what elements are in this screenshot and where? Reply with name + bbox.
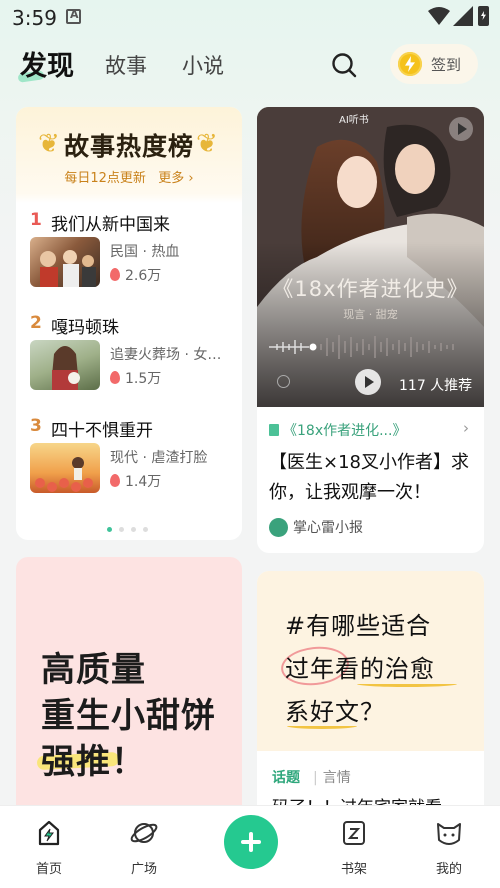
- rank-heat: 1.4万: [110, 471, 161, 491]
- cover-genre: 现言 · 甜宠: [343, 308, 398, 321]
- tab-square[interactable]: 广场: [114, 818, 174, 877]
- story-ranking-card[interactable]: ❦ 故事热度榜 ❦ 每日12点更新 更多 › 1 我们从新中国来 民国 · 热血…: [16, 107, 242, 540]
- checkin-button[interactable]: 签到: [390, 44, 478, 84]
- rank-number: 3: [30, 416, 42, 436]
- top-nav: 发现 故事 小说 签到: [0, 40, 500, 90]
- tab-bookshelf[interactable]: 书架: [324, 818, 384, 877]
- topic-category[interactable]: 言情: [313, 767, 351, 787]
- ranking-item[interactable]: 3 四十不惧重开 现代 · 虐渣打脸 1.4万: [30, 416, 235, 508]
- story-thumbnail: [30, 443, 100, 493]
- topic-title: #有哪些适合 过年看的治愈 系好文？: [285, 605, 435, 734]
- author-row[interactable]: 掌心雷小报: [269, 517, 363, 537]
- ranking-subtitle: 每日12点更新 更多 ›: [16, 167, 242, 186]
- topic-tag[interactable]: 话题: [272, 767, 300, 787]
- page-dot[interactable]: [131, 527, 136, 532]
- fire-icon: [110, 474, 120, 487]
- create-post-button[interactable]: [224, 815, 278, 869]
- tab-label: 首页: [35, 862, 62, 877]
- home-bolt-icon: [38, 820, 60, 846]
- cover-illustration: [257, 107, 484, 407]
- lightning-coin-icon: [398, 52, 422, 76]
- audio-book-card[interactable]: AI听书 《18x作者进化史》 现言 · 甜宠 117 人推荐 《18x作者进化…: [257, 107, 484, 553]
- fire-icon: [110, 268, 120, 281]
- ranking-update-text: 每日12点更新: [64, 171, 146, 186]
- audio-book-cover[interactable]: AI听书 《18x作者进化史》 现言 · 甜宠 117 人推荐: [257, 107, 484, 407]
- page-dot[interactable]: [107, 527, 112, 532]
- search-icon[interactable]: [331, 52, 357, 78]
- battery-icon: [478, 6, 489, 26]
- tab-novels[interactable]: 小说: [182, 50, 224, 80]
- promo-card[interactable]: 高质量 重生小甜饼 强推！: [16, 557, 242, 817]
- rank-story-name: 我们从新中国来: [51, 215, 170, 235]
- loop-icon[interactable]: [277, 375, 290, 388]
- app-notification-icon: [66, 8, 81, 24]
- rank-number: 2: [30, 313, 42, 333]
- tab-profile[interactable]: 我的: [419, 818, 479, 877]
- page-dot[interactable]: [143, 527, 148, 532]
- play-icon[interactable]: [449, 117, 473, 141]
- ranking-header: ❦ 故事热度榜 ❦ 每日12点更新 更多 ›: [16, 107, 242, 203]
- ai-listen-badge: AI听书: [339, 115, 369, 126]
- post-description: 【医生×18叉小作者】求你，让我观摩一次！: [269, 452, 469, 503]
- rank-number: 1: [30, 210, 42, 230]
- avatar: [269, 518, 288, 537]
- book-source-link[interactable]: 《18x作者进化...》: [269, 420, 406, 440]
- fire-icon: [110, 371, 120, 384]
- cover-book-title: 《18x作者进化史》: [272, 277, 469, 301]
- laurel-right-icon: ❦: [196, 129, 218, 159]
- rank-story-tags: 追妻火葬场 · 女…: [110, 347, 222, 363]
- promo-line-1: 高质量: [41, 650, 146, 690]
- topic-line-1: #有哪些适合: [285, 612, 432, 640]
- tab-label: 我的: [435, 862, 462, 877]
- topic-banner: #有哪些适合 过年看的治愈 系好文？: [257, 571, 484, 751]
- recommend-count: 117 人推荐: [399, 378, 473, 394]
- tab-label: 书架: [340, 862, 367, 877]
- carousel-dots: [107, 517, 155, 536]
- checkin-label: 签到: [431, 56, 462, 74]
- audio-waveform-icon: [269, 335, 454, 359]
- tab-label: 广场: [130, 862, 157, 877]
- author-name: 掌心雷小报: [293, 520, 363, 536]
- signal-icon: [453, 6, 473, 26]
- ranking-item[interactable]: 1 我们从新中国来 民国 · 热血 2.6万: [30, 210, 235, 302]
- topic-card[interactable]: #有哪些适合 过年看的治愈 系好文？ 话题 言情 码了！！过年宅家就看: [257, 571, 484, 817]
- chevron-right-icon[interactable]: ›: [463, 419, 469, 437]
- book-icon: [269, 424, 279, 436]
- rank-heat: 2.6万: [110, 265, 161, 285]
- promo-text: 高质量 重生小甜饼 强推！: [41, 647, 216, 785]
- tab-discover[interactable]: 发现: [20, 44, 74, 83]
- topic-line-2: 过年看的治愈: [285, 655, 435, 683]
- ranking-item[interactable]: 2 嘎玛顿珠 追妻火葬场 · 女… 1.5万: [30, 313, 235, 405]
- page-dot[interactable]: [119, 527, 124, 532]
- wifi-icon: [428, 7, 450, 25]
- rank-story-tags: 现代 · 虐渣打脸: [110, 450, 208, 466]
- bottom-tab-bar: 首页 广场 书架 我的: [0, 805, 500, 888]
- book-source-title: 《18x作者进化...》: [283, 423, 407, 439]
- story-thumbnail: [30, 237, 100, 287]
- rank-heat: 1.5万: [110, 368, 161, 388]
- rank-heat-value: 2.6万: [125, 268, 162, 284]
- cat-face-icon: [437, 823, 461, 845]
- tab-home[interactable]: 首页: [19, 818, 79, 877]
- story-thumbnail: [30, 340, 100, 390]
- rank-story-name: 嘎玛顿珠: [51, 318, 119, 338]
- tab-stories[interactable]: 故事: [105, 50, 147, 80]
- promo-line-3: 强推！: [41, 742, 146, 782]
- rank-heat-value: 1.5万: [125, 371, 162, 387]
- rank-story-name: 四十不惧重开: [51, 421, 153, 441]
- bookshelf-icon: [343, 821, 365, 845]
- rank-heat-value: 1.4万: [125, 474, 162, 490]
- status-bar: 3:59: [0, 0, 500, 34]
- promo-line-2: 重生小甜饼: [41, 696, 216, 736]
- play-button[interactable]: [355, 369, 381, 395]
- status-time: 3:59: [12, 6, 57, 30]
- planet-icon: [130, 823, 158, 843]
- rank-story-tags: 民国 · 热血: [110, 244, 180, 260]
- topic-line-3: 系好文？: [285, 698, 385, 726]
- ranking-more-link[interactable]: 更多 ›: [158, 171, 193, 186]
